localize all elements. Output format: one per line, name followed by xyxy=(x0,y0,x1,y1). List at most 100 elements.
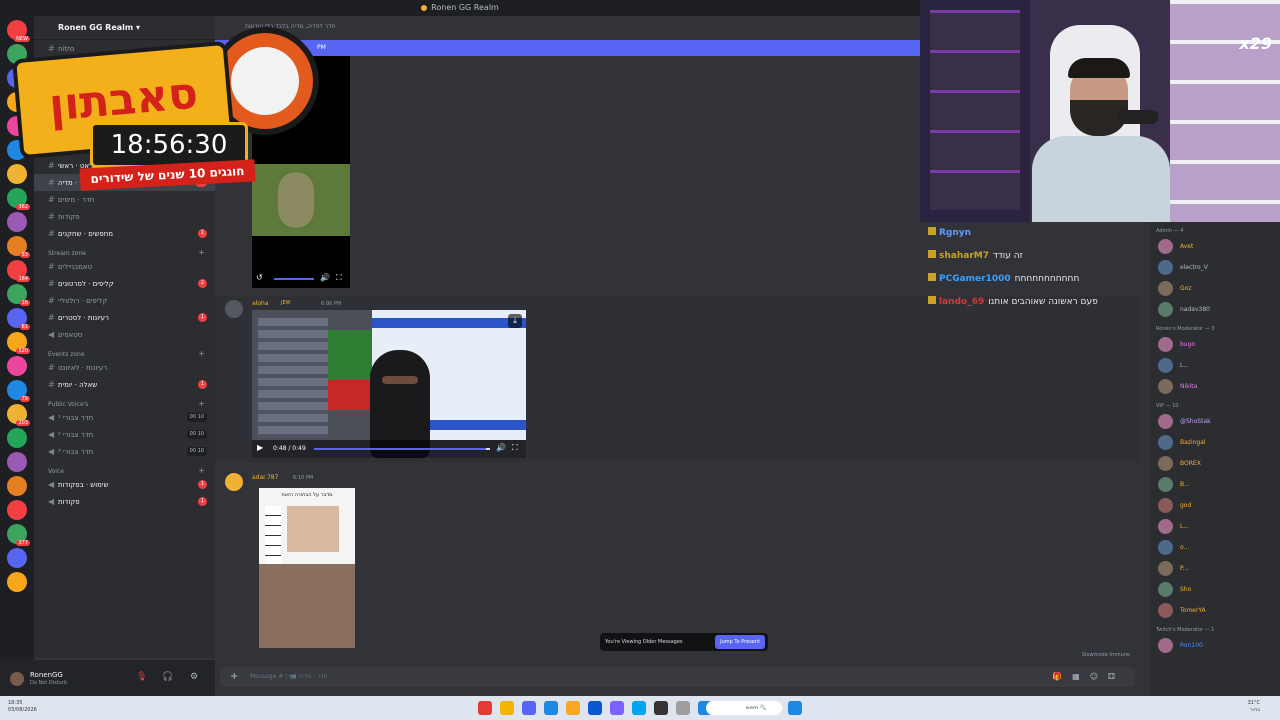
taskbar-app-icon[interactable] xyxy=(676,701,690,715)
avatar[interactable] xyxy=(1158,498,1173,513)
taskbar-search[interactable]: חיפוש 🔍 xyxy=(706,701,782,715)
channel-item[interactable]: ◀ שימוש · בפקודות 1 xyxy=(34,476,215,493)
member-item[interactable]: o... xyxy=(1150,537,1280,558)
chat-username[interactable]: lando_69 xyxy=(939,297,984,307)
channel-item[interactable]: ◀ פקודות 1 xyxy=(34,493,215,510)
server-icon[interactable]: 53 xyxy=(7,236,30,258)
channel-item[interactable]: ◀ חדר צבורי ² 00 10 xyxy=(34,426,215,443)
channel-item[interactable]: # רעיונות · לאיוונט xyxy=(34,359,215,376)
avatar[interactable] xyxy=(1158,603,1173,618)
channel-item[interactable]: ◀ סטאפים xyxy=(34,326,215,343)
add-channel-icon[interactable]: + xyxy=(198,248,205,257)
taskbar-app-icon[interactable] xyxy=(632,701,646,715)
member-item[interactable]: Ron100 xyxy=(1150,635,1280,656)
avatar[interactable] xyxy=(1158,477,1173,492)
avatar[interactable] xyxy=(1158,561,1173,576)
start-button-icon[interactable] xyxy=(788,701,802,715)
channel-item[interactable]: # קליפים · רולטליי xyxy=(34,292,215,309)
avatar[interactable] xyxy=(10,672,24,686)
avatar[interactable] xyxy=(1158,519,1173,534)
chat-username[interactable]: Rgnyn xyxy=(939,228,971,238)
channel-item[interactable]: # פקודות xyxy=(34,208,215,225)
avatar[interactable] xyxy=(1158,239,1173,254)
member-item[interactable]: L... xyxy=(1150,516,1280,537)
video-progress[interactable] xyxy=(314,448,490,450)
channel-category[interactable]: Stream zone + xyxy=(34,242,215,258)
channel-item[interactable]: # רעיונות · לסטרים 1 xyxy=(34,309,215,326)
avatar[interactable] xyxy=(1158,582,1173,597)
taskbar-app-icon[interactable] xyxy=(522,701,536,715)
avatar[interactable] xyxy=(225,473,243,491)
play-icon[interactable]: ▶ xyxy=(257,443,263,452)
taskbar-app-icon[interactable] xyxy=(588,701,602,715)
add-channel-icon[interactable]: + xyxy=(198,466,205,475)
avatar[interactable] xyxy=(1158,260,1173,275)
volume-icon[interactable]: 🔊 xyxy=(320,273,330,282)
server-icon[interactable] xyxy=(7,356,27,376)
member-item[interactable]: nadav380 xyxy=(1150,299,1280,320)
volume-icon[interactable]: 🔊 xyxy=(496,443,506,452)
taskbar-app-icon[interactable] xyxy=(500,701,514,715)
server-icon[interactable] xyxy=(7,476,27,496)
taskbar-app-icon[interactable] xyxy=(654,701,668,715)
download-icon[interactable]: ⤓ xyxy=(508,314,522,328)
member-item[interactable]: Bazingal xyxy=(1150,432,1280,453)
taskbar-app-icon[interactable] xyxy=(478,701,492,715)
avatar[interactable] xyxy=(1158,379,1173,394)
avatar[interactable] xyxy=(1158,638,1173,653)
avatar[interactable] xyxy=(1158,302,1173,317)
server-icon[interactable] xyxy=(7,452,27,472)
member-item[interactable]: P... xyxy=(1150,558,1280,579)
chat-username[interactable]: PCGamer1000 xyxy=(939,274,1011,284)
composer-tools-icon[interactable]: 🎁▦☺⚃ xyxy=(1052,667,1125,687)
member-item[interactable]: god xyxy=(1150,495,1280,516)
message-author[interactable]: adar.787 xyxy=(252,474,278,481)
replay-icon[interactable]: ↺ xyxy=(256,273,263,282)
server-icon[interactable] xyxy=(7,572,27,592)
channel-item[interactable]: # קליפים · לסרטונים 2 xyxy=(34,275,215,292)
member-item[interactable]: electro_V xyxy=(1150,257,1280,278)
avatar[interactable] xyxy=(1158,358,1173,373)
add-channel-icon[interactable]: + xyxy=(198,349,205,358)
avatar[interactable] xyxy=(1158,540,1173,555)
avatar[interactable] xyxy=(225,300,243,318)
member-item[interactable]: Avet xyxy=(1150,236,1280,257)
member-item[interactable]: B... xyxy=(1150,474,1280,495)
fullscreen-icon[interactable]: ⛶ xyxy=(336,273,342,283)
message-input[interactable]: + Message # | 📹 חדר · מדיה 🎁▦☺⚃ xyxy=(220,667,1135,687)
server-icon[interactable] xyxy=(7,500,27,520)
video-embed-3[interactable]: מדבר על הבחורה הזאת xyxy=(259,488,355,648)
avatar[interactable] xyxy=(1158,281,1173,296)
deafen-icon[interactable]: 🎧 xyxy=(162,672,173,682)
channel-item[interactable]: # מחפשים · שחקנים 1 xyxy=(34,225,215,242)
member-item[interactable]: bugo xyxy=(1150,334,1280,355)
video-embed-2[interactable]: ⤓ ▶ 0:48 / 0:49 🔊 ⛶ xyxy=(252,310,526,458)
volume-slider[interactable] xyxy=(274,278,314,280)
server-icon[interactable]: 61 xyxy=(7,308,30,330)
jump-to-present-button[interactable]: Jump To Present xyxy=(715,635,765,649)
channel-category[interactable]: Voice + xyxy=(34,460,215,476)
avatar[interactable] xyxy=(1158,414,1173,429)
message-author[interactable]: aloha xyxy=(252,300,269,307)
taskbar-app-icon[interactable] xyxy=(544,701,558,715)
taskbar-app-icon[interactable] xyxy=(566,701,580,715)
channel-item[interactable]: ◀ חדר צבורי ³ 00 10 xyxy=(34,443,215,460)
server-icon[interactable]: 377 xyxy=(7,524,30,546)
member-item[interactable]: Nikita xyxy=(1150,376,1280,397)
server-icon[interactable]: 184 xyxy=(7,260,30,282)
chat-username[interactable]: shaharM7 xyxy=(939,251,989,261)
mute-icon[interactable]: 🎙 xyxy=(136,672,147,682)
member-item[interactable]: BOREX xyxy=(1150,453,1280,474)
avatar[interactable] xyxy=(1158,435,1173,450)
member-item[interactable]: Goz xyxy=(1150,278,1280,299)
server-icon[interactable] xyxy=(7,212,27,232)
add-attachment-icon[interactable]: + xyxy=(230,667,238,687)
member-item[interactable]: Sho xyxy=(1150,579,1280,600)
channel-item[interactable]: # שאלה · יומית 1 xyxy=(34,376,215,393)
taskbar-app-icon[interactable] xyxy=(610,701,624,715)
channel-item[interactable]: # טאמבניילים xyxy=(34,258,215,275)
avatar[interactable] xyxy=(1158,456,1173,471)
fullscreen-icon[interactable]: ⛶ xyxy=(512,443,518,453)
server-icon[interactable] xyxy=(7,548,27,568)
server-icon[interactable] xyxy=(7,428,27,448)
